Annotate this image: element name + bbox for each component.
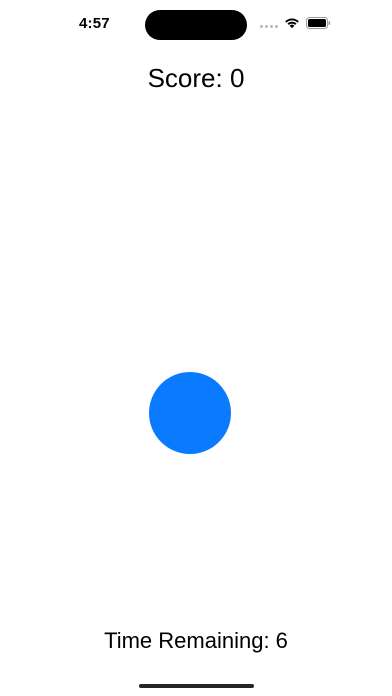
status-time: 4:57 bbox=[79, 15, 110, 32]
score-label: Score: 0 bbox=[147, 63, 245, 93]
status-icons bbox=[260, 16, 331, 30]
time-remaining-label: Time Remaining: 6 bbox=[104, 628, 288, 653]
status-bar: 4:57 bbox=[0, 0, 392, 48]
wifi-icon bbox=[284, 17, 300, 29]
battery-icon bbox=[306, 17, 331, 29]
target-circle[interactable] bbox=[149, 372, 231, 454]
home-indicator[interactable] bbox=[139, 684, 254, 688]
game-screen: 4:57 Score: 0 Time Remaining: 6 bbox=[0, 0, 392, 696]
cellular-dots-icon bbox=[260, 18, 278, 28]
dynamic-island bbox=[145, 10, 247, 40]
